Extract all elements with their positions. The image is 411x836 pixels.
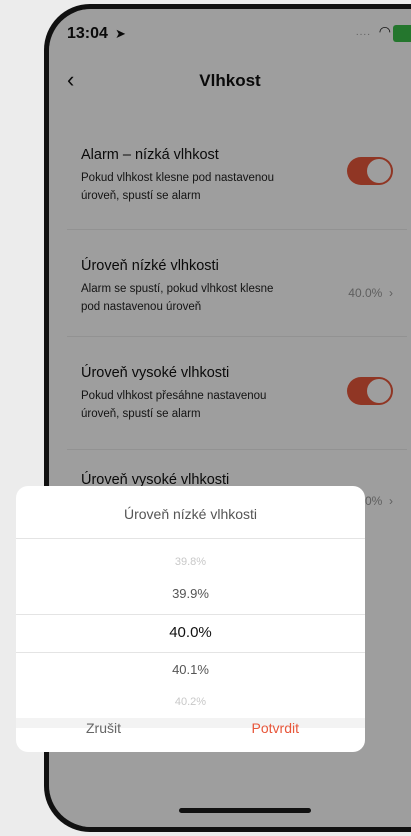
footer-separator xyxy=(16,718,365,728)
home-indicator xyxy=(179,808,311,813)
picker-option[interactable]: 40.2% xyxy=(16,696,365,708)
picker-option-selected[interactable]: 40.0% xyxy=(16,624,365,641)
picker-option[interactable]: 39.8% xyxy=(16,556,365,568)
picker-highlight-top xyxy=(16,614,365,615)
sheet-footer xyxy=(16,718,365,752)
picker-highlight-bottom xyxy=(16,652,365,653)
picker-option[interactable]: 39.9% xyxy=(16,586,365,601)
confirm-button[interactable]: Potvrdit xyxy=(252,720,299,736)
divider xyxy=(16,538,365,539)
sheet-title: Úroveň nízké vlhkosti xyxy=(123,506,258,522)
picker-option[interactable]: 40.1% xyxy=(16,662,365,677)
picker-sheet: Úroveň nízké vlhkosti 39.8% 39.9% 40.0% … xyxy=(16,486,365,752)
value-picker[interactable]: 39.8% 39.9% 40.0% 40.1% 40.2% xyxy=(16,540,365,720)
cancel-button[interactable]: Zrušit xyxy=(86,720,121,736)
